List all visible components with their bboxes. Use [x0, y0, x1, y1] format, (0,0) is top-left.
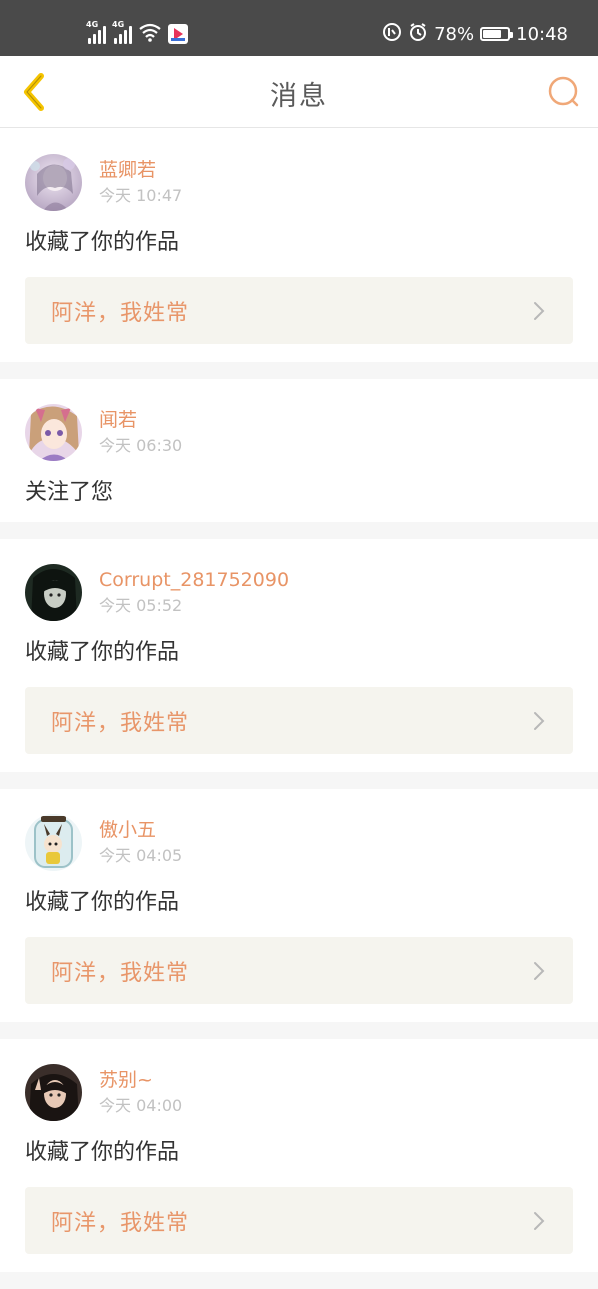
avatar[interactable]	[25, 563, 82, 621]
status-left: 4G 4G	[86, 20, 188, 48]
avatar[interactable]	[25, 813, 82, 871]
message-card: 闻若 今天 06:30 关注了您	[0, 379, 598, 522]
signal-icon: 4G	[86, 20, 106, 44]
avatar[interactable]	[25, 153, 82, 211]
work-link[interactable]: 阿洋，我姓常	[25, 687, 573, 754]
message-meta: 苏别~ 今天 04:00	[99, 1068, 182, 1117]
message-header: 傲小五 今天 04:05	[25, 813, 573, 871]
message-header: 蓝卿若 今天 10:47	[25, 153, 573, 211]
battery-icon	[480, 27, 514, 41]
work-title: 阿洋，我姓常	[51, 710, 190, 736]
message-header: Corrupt_281752090 今天 05:52	[25, 563, 573, 621]
username-link[interactable]: 蓝卿若	[99, 158, 182, 182]
message-meta: 傲小五 今天 04:05	[99, 818, 182, 867]
action-text: 收藏了你的作品	[25, 890, 180, 915]
work-title: 阿洋，我姓常	[51, 1210, 190, 1236]
signal-icon: 4G	[112, 20, 132, 44]
action-text: 收藏了你的作品	[25, 1140, 180, 1165]
timestamp: 今天 04:05	[99, 845, 183, 865]
work-link[interactable]: 阿洋，我姓常	[25, 1187, 573, 1254]
username-link[interactable]: 闻若	[99, 408, 182, 432]
search-icon	[548, 76, 579, 107]
username-link[interactable]: 傲小五	[99, 818, 182, 842]
message-card: 苏别~ 今天 04:00 收藏了你的作品 阿洋，我姓常	[0, 1039, 598, 1272]
status-bar: 4G 4G 78% 10:48	[0, 0, 598, 56]
chevron-right-icon	[533, 300, 549, 322]
data-saver-icon	[382, 22, 402, 47]
battery-percent: 78%	[434, 23, 475, 45]
status-time: 10:48	[516, 23, 568, 45]
nav-bar: 消息	[0, 56, 598, 128]
message-meta: 闻若 今天 06:30	[99, 408, 182, 457]
message-meta: 蓝卿若 今天 10:47	[99, 158, 182, 207]
message-card: 蓝卿若 今天 10:47 收藏了你的作品 阿洋，我姓常	[0, 129, 598, 362]
username-link[interactable]: Corrupt_281752090	[99, 568, 289, 592]
message-card: Corrupt_281752090 今天 05:52 收藏了你的作品 阿洋，我姓…	[0, 539, 598, 772]
app-badge-icon	[168, 24, 188, 44]
alarm-icon	[408, 22, 428, 47]
work-title: 阿洋，我姓常	[51, 960, 190, 986]
work-link[interactable]: 阿洋，我姓常	[25, 277, 573, 344]
page-title: 消息	[270, 81, 328, 112]
signal-tag: 4G	[112, 20, 125, 29]
avatar[interactable]	[25, 1063, 82, 1121]
message-header: 闻若 今天 06:30	[25, 403, 573, 461]
chevron-right-icon	[533, 1210, 549, 1232]
action-text: 收藏了你的作品	[25, 640, 180, 665]
message-meta: Corrupt_281752090 今天 05:52	[99, 568, 289, 617]
message-card: 傲小五 今天 04:05 收藏了你的作品 阿洋，我姓常	[0, 789, 598, 1022]
timestamp: 今天 06:30	[99, 435, 183, 455]
message-list: 蓝卿若 今天 10:47 收藏了你的作品 阿洋，我姓常 闻若 今天 06:30 …	[0, 129, 598, 1289]
timestamp: 今天 10:47	[99, 185, 183, 205]
status-right: 78% 10:48	[382, 20, 568, 48]
chevron-right-icon	[533, 710, 549, 732]
timestamp: 今天 04:00	[99, 1095, 183, 1115]
message-header: 苏别~ 今天 04:00	[25, 1063, 573, 1121]
timestamp: 今天 05:52	[99, 595, 183, 615]
wifi-icon	[138, 22, 162, 46]
work-title: 阿洋，我姓常	[51, 300, 190, 326]
action-text: 收藏了你的作品	[25, 230, 180, 255]
work-link[interactable]: 阿洋，我姓常	[25, 937, 573, 1004]
username-link[interactable]: 苏别~	[99, 1068, 182, 1092]
signal-tag: 4G	[86, 20, 99, 29]
search-button[interactable]	[544, 72, 584, 112]
action-text: 关注了您	[25, 480, 114, 505]
avatar[interactable]	[25, 403, 82, 461]
battery-fill	[483, 30, 502, 38]
chevron-right-icon	[533, 960, 549, 982]
